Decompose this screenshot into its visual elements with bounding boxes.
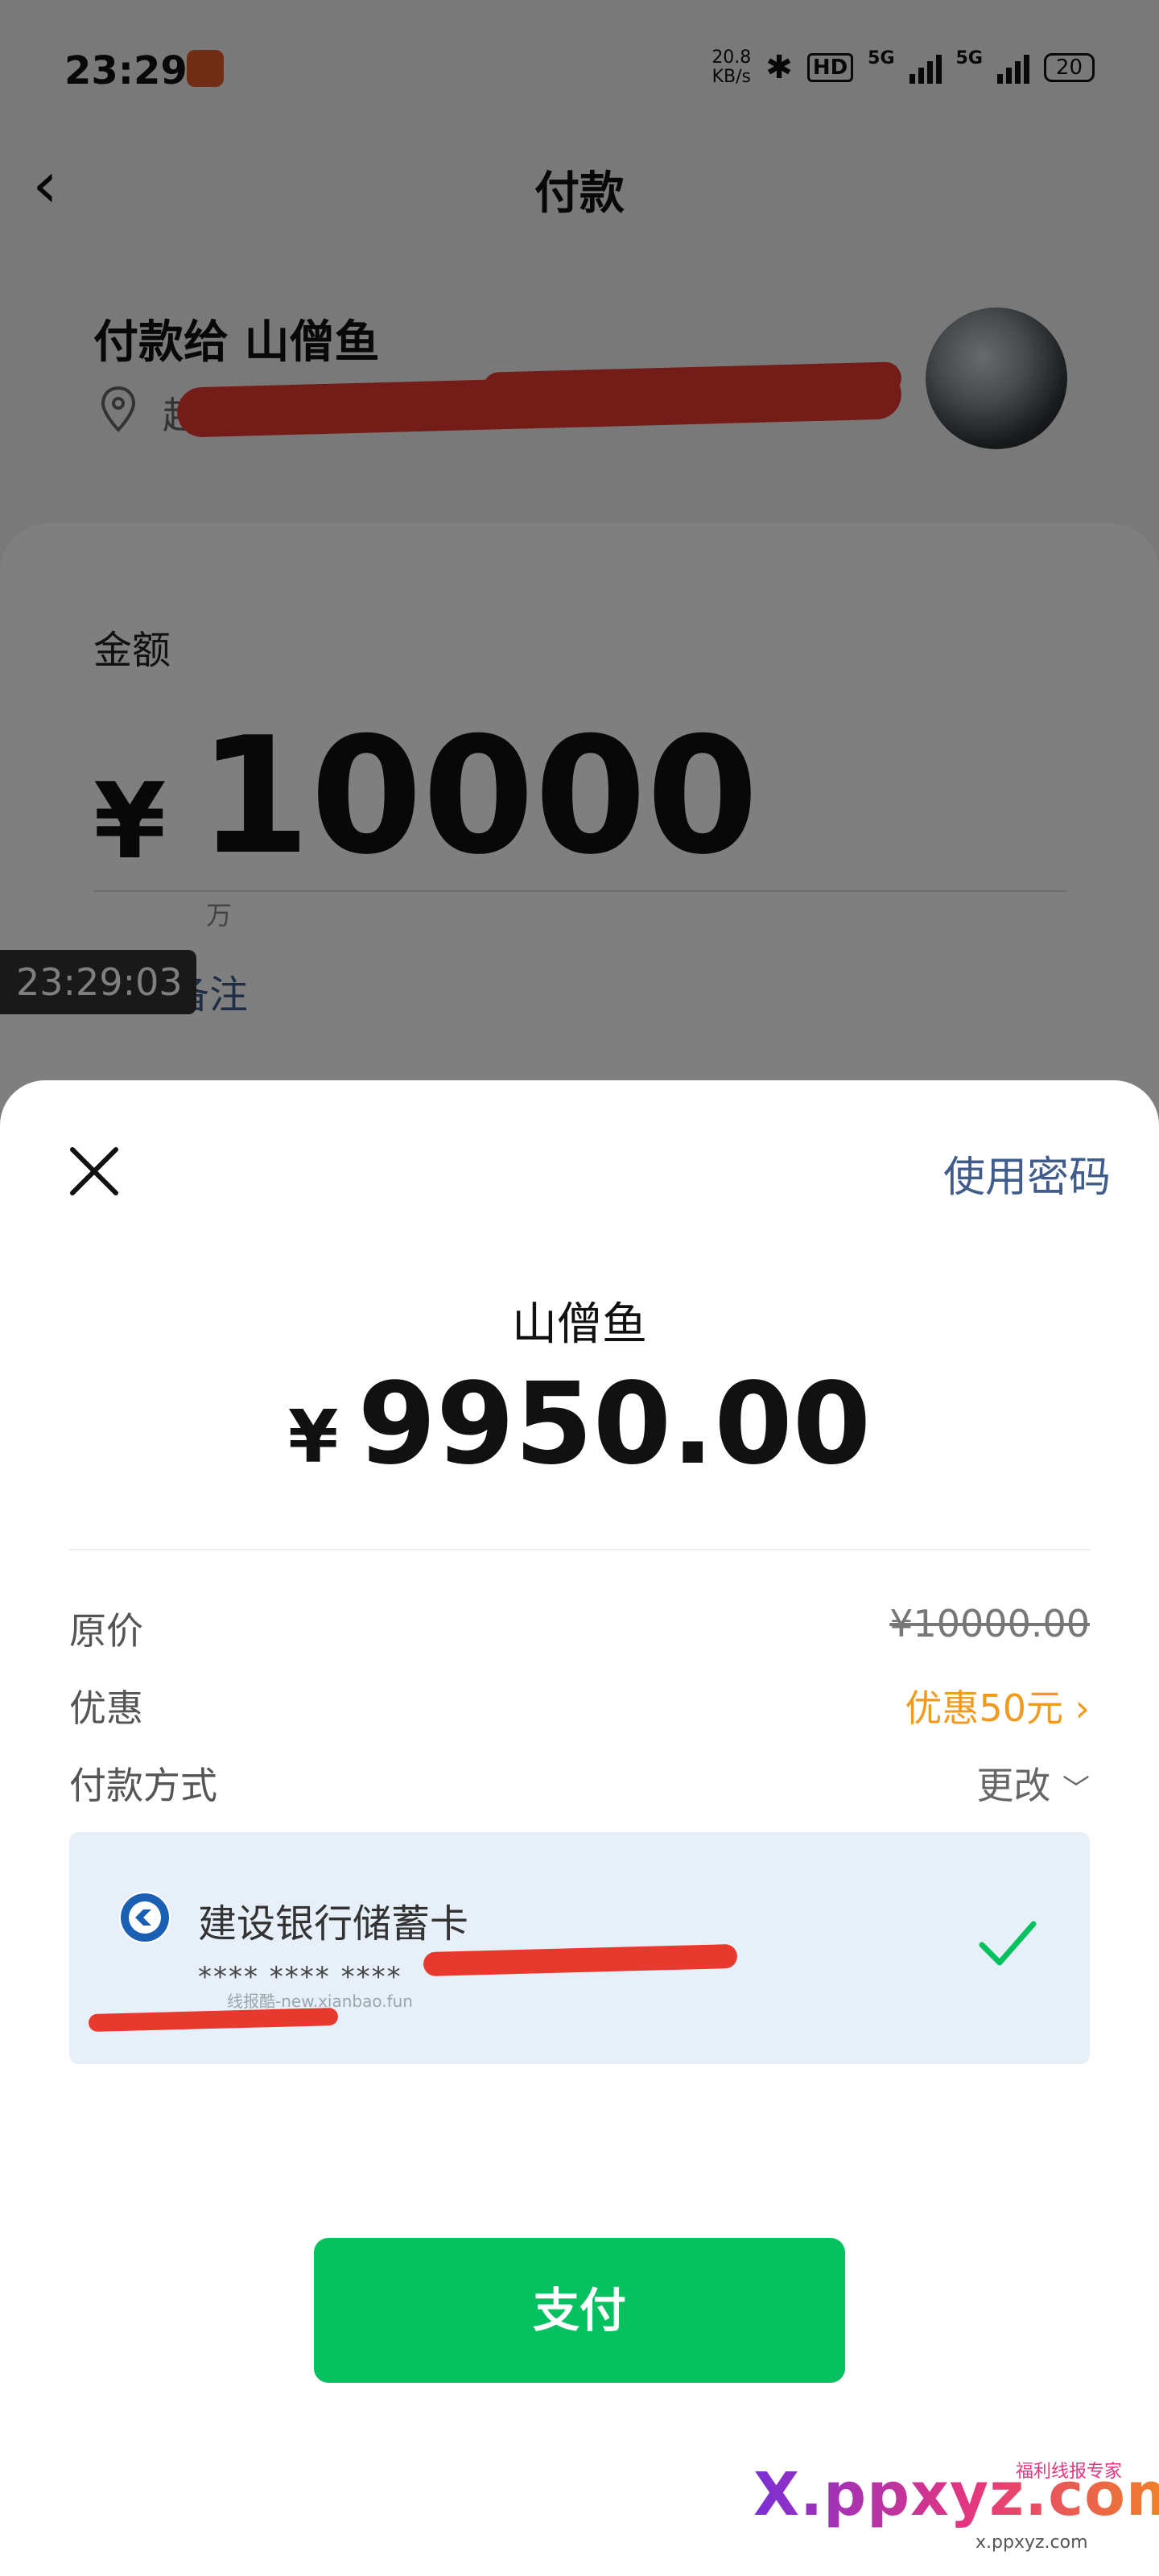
divider: [69, 1549, 1090, 1550]
discount-label: 优惠: [69, 1686, 143, 1730]
payment-method-label: 付款方式: [69, 1764, 217, 1807]
watermark-tag: 福利线报专家: [1016, 2462, 1123, 2482]
discount-link[interactable]: 优惠50元 ›: [905, 1679, 1090, 1732]
chevron-right-icon: ›: [1074, 1686, 1090, 1730]
watermark-url: x.ppxyz.com: [975, 2533, 1088, 2553]
change-method-button[interactable]: 更改 ﹀: [976, 1757, 1090, 1810]
chevron-down-icon: ﹀: [1062, 1773, 1090, 1806]
bank-card-name: 建设银行储蓄卡: [198, 1901, 469, 1946]
checkmark-icon: [979, 1921, 1037, 1966]
payee-name: 山僧鱼: [512, 1298, 647, 1351]
pay-button[interactable]: 支付: [314, 2238, 845, 2383]
close-icon[interactable]: [66, 1143, 122, 1199]
original-price-value: ¥10000.00: [889, 1602, 1090, 1645]
ccb-bank-logo-icon: [119, 1892, 171, 1943]
dim-overlay[interactable]: [0, 0, 1159, 1127]
use-password-button[interactable]: 使用密码: [943, 1143, 1111, 1203]
payment-amount: ¥9950.00: [287, 1359, 872, 1490]
original-price-label: 原价: [69, 1609, 143, 1653]
